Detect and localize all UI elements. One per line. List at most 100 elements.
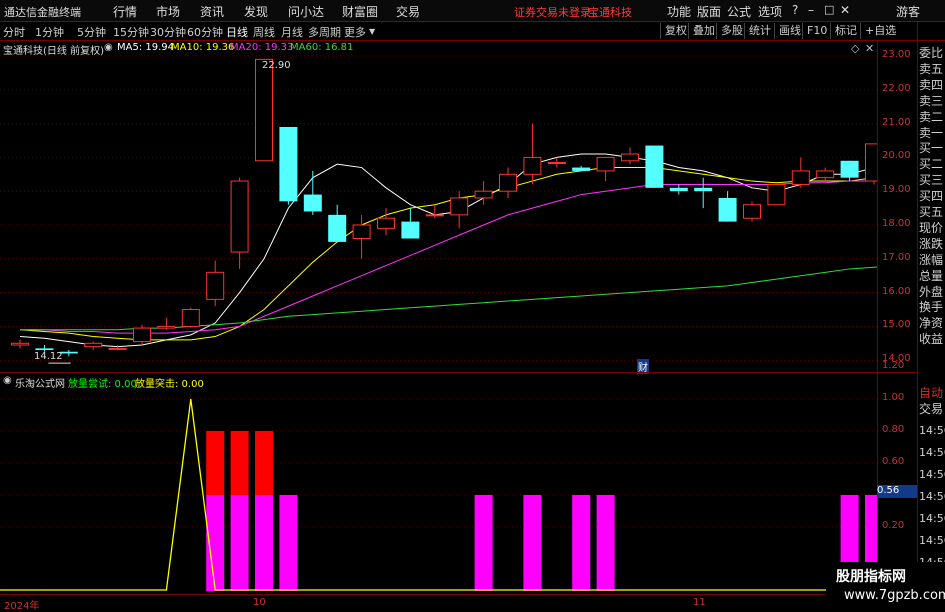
minimize-icon[interactable]: –	[808, 3, 814, 17]
period-toolbar: 分时 1分钟 5分钟 15分钟 30分钟 60分钟 日线 周线 月线 多周期 更…	[0, 22, 945, 41]
indicator-settings-icon[interactable]: ◉	[3, 375, 12, 386]
quote-field-10[interactable]: 买五	[919, 205, 943, 220]
trade-toggle[interactable]: 交易	[919, 402, 943, 417]
menu-shichang[interactable]: 市场	[156, 3, 180, 20]
chart-settings-icon[interactable]: ◉	[104, 42, 113, 53]
menu-gongneng[interactable]: 功能	[667, 3, 691, 20]
quote-field-17[interactable]: 净资	[919, 316, 943, 331]
menu-jiaoyi[interactable]: 交易	[396, 3, 420, 20]
main-y-tick: 18.00	[882, 218, 911, 229]
candle-body	[645, 145, 664, 188]
quote-field-8[interactable]: 买三	[919, 173, 943, 188]
quote-field-2[interactable]: 卖四	[919, 78, 943, 93]
period-30min[interactable]: 30分钟	[150, 24, 186, 40]
indicator-2-label: 放量突击: 0.00	[135, 379, 204, 390]
menu-xuanxiang[interactable]: 选项	[758, 3, 782, 20]
indicator-chart[interactable]	[0, 373, 877, 591]
maximize-icon[interactable]: □	[824, 3, 834, 16]
quote-field-11[interactable]: 现价	[919, 221, 943, 236]
btn-fuquan[interactable]: 复权	[660, 23, 691, 39]
btn-f10[interactable]: F10	[802, 23, 831, 39]
quote-field-14[interactable]: 总量	[919, 269, 943, 284]
btn-diejia[interactable]: 叠加	[688, 23, 719, 39]
ma60-line	[20, 266, 877, 331]
period-monthly[interactable]: 月线	[281, 24, 303, 40]
menu-banmian[interactable]: 版面	[697, 3, 721, 20]
volume-signal-bar	[572, 495, 591, 591]
help-icon[interactable]: ?	[792, 3, 798, 17]
diamond-icon[interactable]: ◇	[851, 42, 859, 55]
close-icon[interactable]: ✕	[840, 3, 850, 17]
candle-body	[743, 204, 761, 219]
ma5-label: MA5: 19.94	[117, 42, 175, 53]
quote-field-9[interactable]: 买四	[919, 189, 943, 204]
menu-caifuquan[interactable]: 财富圈	[342, 3, 378, 20]
period-more[interactable]: 更多	[344, 24, 366, 40]
chart-close-icon[interactable]: ✕	[865, 42, 874, 55]
ma10-label: MA10: 19.36	[171, 42, 235, 53]
period-multi[interactable]: 多周期	[308, 24, 341, 40]
period-weekly[interactable]: 周线	[253, 24, 275, 40]
period-60min[interactable]: 60分钟	[187, 24, 223, 40]
quote-field-18[interactable]: 收益	[919, 332, 943, 347]
candle-body	[377, 217, 395, 229]
volume-signal-bar	[596, 495, 615, 591]
btn-zixuan[interactable]: +自选	[860, 23, 900, 39]
sub-y-tick: 0.80	[882, 424, 905, 435]
cursor-value: 0.56	[877, 485, 900, 496]
x-label-oct: 10	[253, 597, 266, 608]
period-1min[interactable]: 1分钟	[35, 24, 64, 40]
quote-field-12[interactable]: 涨跌	[919, 237, 943, 252]
quote-field-5[interactable]: 卖一	[919, 126, 943, 141]
period-15min[interactable]: 15分钟	[113, 24, 149, 40]
candle-body	[840, 160, 859, 178]
quote-field-0[interactable]: 委比	[919, 46, 943, 61]
btn-duogu[interactable]: 多股	[716, 23, 747, 39]
auto-toggle[interactable]: 自动	[919, 386, 943, 401]
guest-label[interactable]: 游客	[896, 3, 920, 20]
ma5-line	[19, 153, 877, 348]
period-fenshi[interactable]: 分时	[3, 24, 25, 40]
candle-body	[11, 342, 29, 346]
chart-title: 宝通科技(日线 前复权)	[3, 46, 104, 57]
menu-wenxiaoda[interactable]: 问小达	[288, 3, 324, 20]
menu-hangqing[interactable]: 行情	[113, 3, 137, 20]
quote-field-7[interactable]: 买二	[919, 157, 943, 172]
breakout-signal-bar	[255, 431, 273, 495]
quote-field-15[interactable]: 外盘	[919, 285, 943, 300]
menu-zixun[interactable]: 资讯	[200, 3, 224, 20]
watermark: 股朋指标网 www.7gpzb.com	[826, 562, 945, 609]
btn-tongji[interactable]: 统计	[744, 23, 775, 39]
menu-gongshi[interactable]: 公式	[727, 3, 751, 20]
period-5min[interactable]: 5分钟	[77, 24, 106, 40]
btn-biaoji[interactable]: 标记	[830, 23, 861, 39]
period-daily[interactable]: 日线	[226, 24, 248, 40]
indicator-title: 乐淘公式网	[15, 379, 65, 390]
candle-body	[694, 187, 713, 192]
top-menu-bar: 通达信金融终端 行情 市场 资讯 发现 问小达 财富圈 交易 证券交易未登录 宝…	[0, 0, 945, 22]
right-panel-divider	[917, 22, 918, 594]
menu-faxian[interactable]: 发现	[244, 3, 268, 20]
volume-signal-bar	[474, 495, 493, 591]
ma60-label: MA60: 16.81	[290, 42, 354, 53]
more-dropdown-icon[interactable]: ▼	[369, 27, 375, 36]
quote-field-4[interactable]: 卖二	[919, 110, 943, 125]
quote-field-3[interactable]: 卖三	[919, 94, 943, 109]
quote-field-1[interactable]: 卖五	[919, 62, 943, 77]
candle-body	[499, 173, 517, 192]
main-y-tick: 16.00	[882, 285, 911, 297]
quote-field-16[interactable]: 换手	[919, 300, 943, 315]
watermark-line2: www.7gpzb.com	[844, 588, 945, 603]
candlestick-chart[interactable]	[0, 40, 877, 372]
main-y-tick: 15.00	[882, 319, 911, 331]
candle-body	[328, 214, 347, 242]
quote-field-13[interactable]: 涨幅	[919, 253, 943, 268]
candle-body	[547, 161, 566, 164]
tick-time: 14:56	[919, 534, 945, 547]
btn-huaxian[interactable]: 画线	[774, 23, 805, 39]
quote-field-6[interactable]: 买一	[919, 141, 943, 156]
login-warning[interactable]: 证券交易未登录	[514, 4, 591, 20]
candle-body	[181, 309, 200, 327]
tick-time: 14:56	[919, 512, 945, 525]
indicator-line	[0, 398, 877, 591]
